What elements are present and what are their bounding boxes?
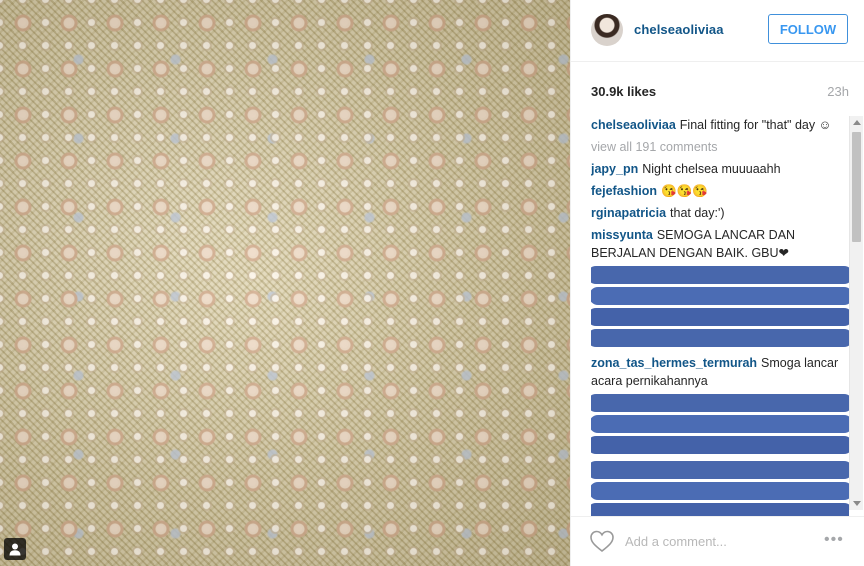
post-actions-footer: •••	[571, 516, 864, 566]
more-options-icon[interactable]: •••	[824, 532, 850, 548]
heart-icon[interactable]	[589, 529, 615, 553]
redaction-bar	[591, 266, 849, 284]
caption: chelseaoliviaa Final fitting for "that" d…	[591, 116, 849, 134]
likes-count[interactable]: 30.9k likes	[591, 84, 656, 99]
comment-item: missyunta SEMOGA LANCAR DAN BERJALAN DENG…	[591, 226, 849, 262]
redaction-bar	[591, 415, 849, 433]
comment-username[interactable]: fejefashion	[591, 184, 657, 198]
scroll-down-arrow-icon[interactable]	[853, 501, 861, 506]
redacted-comment	[591, 266, 849, 347]
redaction-bar	[591, 287, 849, 305]
redacted-comment	[591, 461, 849, 516]
comment-text: that day:')	[670, 206, 725, 220]
comment-username[interactable]: missyunta	[591, 228, 653, 242]
scroll-thumb[interactable]	[852, 132, 861, 242]
scroll-up-arrow-icon[interactable]	[853, 120, 861, 125]
post-photo[interactable]	[0, 0, 570, 566]
add-comment-input[interactable]	[625, 530, 805, 552]
comments-scrollbar[interactable]	[849, 116, 863, 510]
redaction-bar	[591, 503, 849, 516]
comment-item: zona_tas_hermes_termurah Smoga lancar aca…	[591, 354, 849, 390]
post-header: chelseaoliviaa FOLLOW	[571, 0, 864, 62]
person-icon	[9, 543, 21, 556]
comment-item: fejefashion 😘😘😘	[591, 182, 849, 200]
comment-item: japy_pn Night chelsea muuuaahh	[591, 160, 849, 178]
likes-row: 30.9k likes 23h	[591, 84, 849, 100]
redaction-bar	[591, 461, 849, 479]
caption-text: Final fitting for "that" day ☺	[679, 118, 832, 132]
redaction-bar	[591, 436, 849, 454]
view-all-comments-link[interactable]: view all 191 comments	[591, 138, 849, 156]
avatar[interactable]	[591, 14, 623, 46]
user-tag-icon[interactable]	[4, 538, 26, 560]
comment-text: 😘😘😘	[661, 184, 708, 198]
redaction-bar	[591, 308, 849, 326]
comment-username[interactable]: rginapatricia	[591, 206, 666, 220]
comments-list: chelseaoliviaa Final fitting for "that" d…	[591, 116, 849, 516]
comment-username[interactable]: japy_pn	[591, 162, 638, 176]
redaction-bar	[591, 482, 849, 500]
comment-text: Night chelsea muuuaahh	[642, 162, 781, 176]
redaction-bar	[591, 394, 849, 412]
header-username-link[interactable]: chelseaoliviaa	[634, 22, 724, 37]
redacted-comment	[591, 394, 849, 454]
post-sidebar: chelseaoliviaa FOLLOW 30.9k likes 23h ch…	[570, 0, 864, 566]
redaction-bar	[591, 329, 849, 347]
comment-username[interactable]: zona_tas_hermes_termurah	[591, 356, 757, 370]
photo-overlay	[0, 0, 570, 566]
caption-username[interactable]: chelseaoliviaa	[591, 118, 676, 132]
follow-button[interactable]: FOLLOW	[768, 14, 848, 44]
post-timestamp[interactable]: 23h	[827, 84, 849, 99]
comment-item: rginapatricia that day:')	[591, 204, 849, 222]
